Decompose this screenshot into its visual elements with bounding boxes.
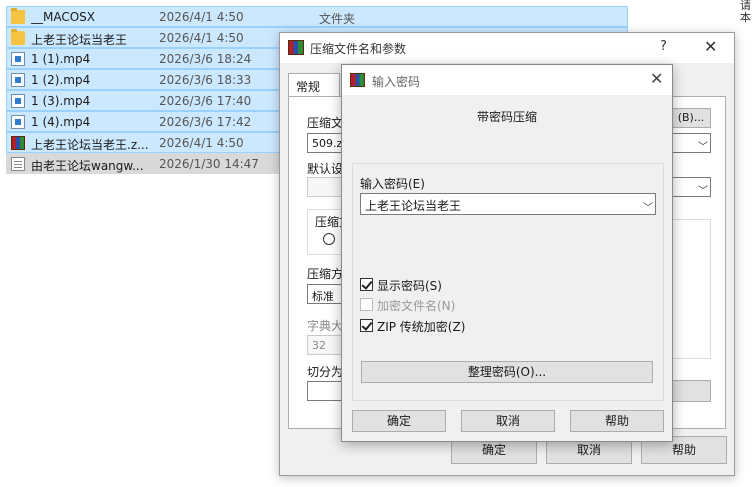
chevron-down-icon: ﹀ [698, 142, 708, 153]
archive-name-label: 压缩文 [307, 116, 344, 130]
file-date: 2026/1/30 14:47 [159, 157, 259, 171]
dialog-titlebar[interactable]: 输入密码 ✕ [342, 65, 672, 95]
checkbox-label: 加密文件名(N) [377, 299, 456, 313]
help-button[interactable]: 帮助 [570, 410, 664, 432]
default-profile-label: 默认设 [307, 162, 344, 176]
set-password-button[interactable] [671, 380, 711, 402]
file-name: 上老王论坛当老王 [31, 33, 128, 47]
rar-archive-icon [11, 136, 25, 150]
file-row[interactable]: __MACOSX 2026/4/1 4:50 文件夹 [6, 6, 628, 27]
text-file-icon [11, 157, 25, 171]
file-name: 1 (4).mp4 [31, 115, 91, 129]
file-date: 2026/3/6 18:33 [159, 73, 252, 87]
organize-passwords-button[interactable]: 整理密码(O)... [361, 361, 653, 383]
video-file-icon [11, 52, 25, 66]
close-icon[interactable]: ✕ [650, 69, 663, 88]
split-label: 切分为 [307, 365, 344, 379]
file-name: 1 (3).mp4 [31, 94, 91, 108]
help-icon[interactable]: ? [660, 39, 667, 54]
chevron-down-icon: ﹀ [698, 186, 708, 197]
format-radio[interactable] [323, 233, 335, 245]
ok-button[interactable]: 确定 [352, 410, 446, 432]
checkbox-unchecked [360, 298, 373, 311]
file-name: 由老王论坛wangw... [31, 159, 144, 173]
file-name: 1 (1).mp4 [31, 52, 91, 66]
dialog-title: 压缩文件名和参数 [310, 42, 407, 56]
file-date: 2026/3/6 17:40 [159, 94, 252, 108]
video-file-icon [11, 115, 25, 129]
dialog-title: 输入密码 [372, 75, 421, 89]
browse-button[interactable]: (B)... [671, 108, 711, 128]
file-date: 2026/4/1 4:50 [159, 136, 244, 150]
password-value: 上老王论坛当老王 [365, 199, 462, 213]
enter-password-dialog: 输入密码 ✕ 带密码压缩 输入密码(E) 上老王论坛当老王 ﹀ 显示密码(S) … [341, 64, 673, 442]
checkbox-label: ZIP 传统加密(Z) [377, 320, 466, 334]
cancel-button[interactable]: 取消 [461, 410, 555, 432]
file-name: 上老王论坛当老王.z... [31, 138, 149, 152]
clipped-edge-text: 请本 [740, 0, 751, 24]
file-date: 2026/4/1 4:50 [159, 10, 244, 24]
options-group [671, 219, 711, 359]
file-type: 文件夹 [319, 12, 356, 26]
file-name: __MACOSX [31, 10, 96, 24]
checkbox-checked[interactable] [360, 319, 373, 332]
update-mode-dropdown[interactable]: ﹀ [671, 177, 711, 197]
archive-name-dropdown[interactable]: ﹀ [671, 133, 711, 153]
folder-icon [11, 8, 25, 24]
close-icon[interactable]: ✕ [704, 37, 717, 56]
file-date: 2026/4/1 4:50 [159, 31, 244, 45]
tab-general[interactable]: 常规 [288, 73, 340, 97]
folder-icon [11, 29, 25, 45]
password-input[interactable]: 上老王论坛当老王 ﹀ [360, 193, 656, 215]
winrar-icon [350, 73, 365, 87]
method-label: 压缩方 [307, 267, 344, 281]
dialog-titlebar[interactable]: 压缩文件名和参数 ? ✕ [280, 33, 734, 63]
video-file-icon [11, 73, 25, 87]
dialog-heading: 带密码压缩 [476, 110, 537, 124]
checkbox-label: 显示密码(S) [377, 279, 442, 293]
file-date: 2026/3/6 18:24 [159, 52, 252, 66]
video-file-icon [11, 94, 25, 108]
dictionary-label: 字典大 [307, 319, 344, 333]
checkbox-checked[interactable] [360, 278, 373, 291]
password-label: 输入密码(E) [360, 177, 425, 191]
winrar-icon [288, 40, 304, 55]
file-name: 1 (2).mp4 [31, 73, 91, 87]
chevron-down-icon[interactable]: ﹀ [643, 199, 653, 214]
file-date: 2026/3/6 17:42 [159, 115, 252, 129]
tab-label: 常规 [296, 80, 321, 94]
